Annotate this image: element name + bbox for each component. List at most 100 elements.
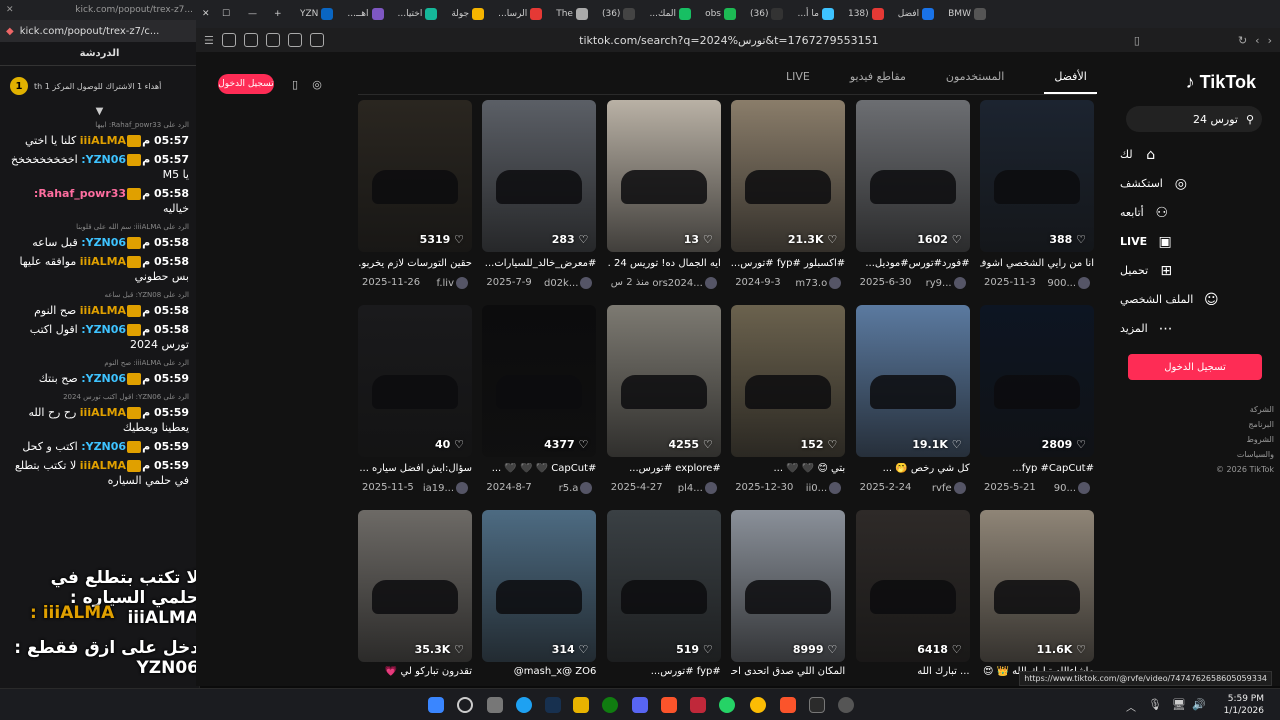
brave-icon[interactable] [661, 697, 677, 713]
reload-icon[interactable]: ↻ [1238, 34, 1247, 47]
video-caption[interactable]: المكان اللي صدق اتحدى احد... [731, 666, 845, 678]
video-card[interactable]: 5319 ♡ حقين التورسات لازم يخربو... 2025-11… [358, 100, 472, 289]
popout-url[interactable]: kick.com/popout/trex-z7/c... [20, 26, 160, 37]
back-icon[interactable]: ‹ [1255, 34, 1259, 47]
browser-tab[interactable]: (138 [848, 8, 884, 20]
video-card[interactable]: 4377 ♡ #CapCut 🖤 🖤 🖤 ... 2024-8-7 r5.a [482, 305, 597, 494]
chat-message[interactable]: 05:58 م Rahaf_powr33: خياليه [0, 184, 199, 218]
video-author[interactable]: f.liv [437, 277, 468, 289]
browser-tab[interactable]: The [556, 8, 588, 20]
video-card[interactable]: 4255 ♡ #explore #تورس... 2025-4-27 pl4... [606, 305, 721, 494]
sidebar-toggle-icon[interactable]: ☰ [204, 34, 214, 47]
chat-message[interactable]: الرد على YZN08: قبل ساعه 05:58 م iiiALMA ص… [0, 286, 199, 320]
video-caption[interactable]: سؤال:ايش افضل سياره ... [358, 463, 472, 479]
video-thumbnail[interactable]: 4377 ♡ [482, 305, 597, 457]
compass-small-icon[interactable]: ◎ [310, 76, 324, 92]
tab-0[interactable]: الأفضل [1044, 70, 1097, 94]
popout-address-bar[interactable]: ◆ kick.com/popout/trex-z7/c... [0, 20, 199, 42]
message-username[interactable]: YZN06: [81, 440, 126, 453]
chat-message[interactable]: 05:57 مYZN06: اخخخخخخخخخ يا M5 [0, 150, 199, 184]
message-username[interactable]: YZN06: [81, 323, 126, 336]
video-caption[interactable]: ايه الجمال ده! توريس 24 ... [607, 258, 721, 274]
whatsapp-icon[interactable] [719, 697, 735, 713]
video-author[interactable]: 90... [1054, 482, 1090, 494]
tab-1[interactable]: المستخدمون [946, 70, 1004, 94]
screenshot-icon[interactable] [309, 33, 324, 47]
video-author[interactable]: 900... [1047, 277, 1090, 289]
tray-chevron-icon[interactable]: ︿ [1126, 699, 1136, 714]
tab-2[interactable]: مقاطع فيديو [850, 70, 906, 94]
wallet-icon[interactable] [243, 33, 258, 47]
popout-tab-url[interactable]: kick.com/popout/trex-z7... [75, 5, 193, 15]
video-thumbnail[interactable]: 6418 ♡ [855, 510, 970, 662]
video-caption[interactable]: #اكسبلور #fyp #تورس... [731, 258, 845, 274]
chat-message[interactable]: الرد على YZN06: اقول اكتب تورس 2024 05:59… [0, 388, 199, 437]
video-caption[interactable]: انا من رأيي الشخصي اشوف... [980, 258, 1094, 274]
video-thumbnail[interactable]: 4255 ♡ [606, 305, 721, 457]
video-author[interactable]: r5.a [559, 482, 593, 494]
video-author[interactable]: ry9... [926, 277, 966, 289]
nav-item-home[interactable]: ⌂ لك [1120, 140, 1262, 169]
video-author[interactable]: ia19... [423, 482, 468, 494]
browser-tab[interactable]: جولة [451, 8, 485, 20]
pinned-message[interactable]: 1 أهداء 1 الاشتراك للوصول المركز 1 th [0, 66, 199, 106]
message-username[interactable]: YZN06: [81, 236, 126, 249]
video-caption[interactable]: #معرض_خالد_للسيارات... [482, 258, 597, 274]
video-card[interactable]: 283 ♡ #معرض_خالد_للسيارات... 2025-7-9 d02k.… [482, 100, 597, 289]
video-thumbnail[interactable]: 519 ♡ [606, 510, 721, 662]
video-card[interactable]: 35.3K ♡ تقدرون تباركو لي 💗 [358, 510, 472, 678]
phone-icon[interactable]: ▯ [288, 76, 302, 92]
xbox-icon[interactable] [602, 697, 618, 713]
chat-message[interactable]: 05:58 مiiiALMA موافقه عليها بس حطوني [0, 252, 199, 286]
video-thumbnail[interactable]: 5319 ♡ [358, 100, 472, 252]
video-card[interactable]: 19.1K ♡ كل شي رخص 🤭 ... 2025-2-24 rvfe [855, 305, 970, 494]
file-explorer-icon[interactable] [573, 697, 589, 713]
video-author[interactable]: d02k... [544, 277, 593, 289]
video-card[interactable]: 152 ♡ بتي 😊 🖤 🖤 ... 2025-12-30 ii0... [731, 305, 846, 494]
nav-item-live[interactable]: ▣ LIVE [1120, 227, 1262, 256]
video-app-icon[interactable] [690, 697, 706, 713]
minimize-icon[interactable]: — [248, 9, 270, 19]
forward-icon[interactable]: › [1268, 34, 1272, 47]
start-icon[interactable] [428, 697, 444, 713]
video-caption[interactable]: #fyp #CapCut... [980, 463, 1094, 479]
video-thumbnail[interactable]: 19.1K ♡ [855, 305, 970, 457]
footer-link[interactable]: الشروط والسياسات [1212, 432, 1274, 462]
new-tab-icon[interactable]: + [274, 9, 296, 19]
video-thumbnail[interactable]: 388 ♡ [980, 100, 1094, 252]
video-card[interactable]: 40 ♡ سؤال:ايش افضل سياره ... 2025-11-5 ia19… [358, 305, 472, 494]
chat-message[interactable]: الرد على Rahaf_powr33: ابيها 05:57 م iiiAL… [0, 116, 199, 150]
mic-icon[interactable]: 🎙 [1148, 698, 1162, 711]
video-thumbnail[interactable]: 2809 ♡ [980, 305, 1094, 457]
clock[interactable]: 5:59 PM 1/1/2026 [1204, 693, 1264, 717]
obs-icon[interactable] [838, 697, 854, 713]
browser-tab[interactable]: ما أ... [797, 8, 834, 20]
video-card[interactable]: 21.3K ♡ #اكسبلور #fyp #تورس... 2024-9-3 m73… [731, 100, 846, 289]
bookmark-icon[interactable]: ▯ [1134, 34, 1140, 47]
browser-tab[interactable]: المك... [649, 8, 692, 20]
video-thumbnail[interactable]: 8999 ♡ [731, 510, 846, 662]
video-caption[interactable]: #CapCut 🖤 🖤 🖤 ... [482, 463, 597, 479]
footer-link[interactable]: البرنامج [1212, 417, 1274, 432]
chat-message[interactable]: الرد على iiiALMA: سم الله على قلوبنا 05:5… [0, 218, 199, 252]
tabs-icon[interactable] [265, 33, 280, 47]
nav-item-upload[interactable]: ⊞ تحميل [1120, 256, 1262, 285]
video-thumbnail[interactable]: 13 ♡ [606, 100, 721, 252]
message-username[interactable]: iiiALMA [80, 304, 126, 317]
video-thumbnail[interactable]: 35.3K ♡ [358, 510, 472, 662]
tiktok-logo[interactable]: ♪ TikTok [1186, 72, 1256, 93]
video-caption[interactable]: تقدرون تباركو لي 💗 [358, 666, 472, 678]
browser-tab[interactable]: اهــ... [347, 8, 384, 20]
message-username[interactable]: Rahaf_powr33: [34, 187, 126, 200]
browser-tab[interactable]: الرسا... [498, 8, 543, 20]
top-login-button[interactable]: تسجيل الدخول [218, 74, 274, 94]
browser-tab[interactable]: obs [705, 8, 736, 20]
shield-icon[interactable] [221, 33, 236, 47]
footer-link[interactable]: الشركة [1212, 402, 1274, 417]
video-caption[interactable]: #فورد#تورس#موديل... [856, 258, 969, 274]
chat-message[interactable]: الرد على iiiALMA: صح النوم 05:59 مYZN06: … [0, 354, 199, 388]
video-card[interactable]: 388 ♡ انا من رأيي الشخصي اشوف... 2025-11-3… [980, 100, 1094, 289]
video-author[interactable]: rvfe [932, 482, 966, 494]
video-thumbnail[interactable]: 11.6K ♡ [980, 510, 1094, 662]
brave-active-icon[interactable] [780, 697, 796, 713]
